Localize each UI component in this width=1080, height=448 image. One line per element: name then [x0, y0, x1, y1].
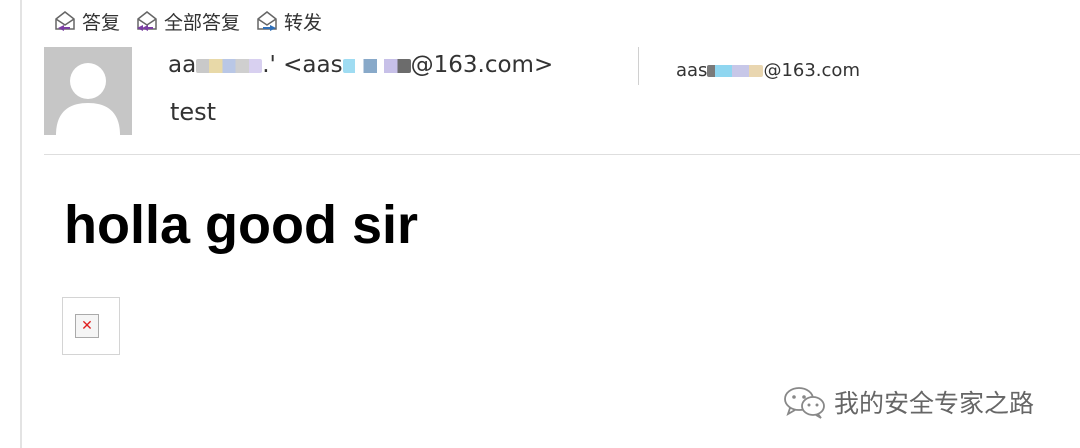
- recipient-redacted: [707, 65, 764, 77]
- forward-label: 转发: [284, 11, 323, 34]
- message-subject: test: [170, 98, 217, 126]
- broken-image-placeholder[interactable]: ✕: [62, 297, 120, 355]
- default-user-avatar-icon: [44, 47, 132, 135]
- recipient-prefix: aas: [676, 60, 708, 81]
- reply-button[interactable]: 答复: [52, 8, 120, 35]
- watermark-text: 我的安全专家之路: [834, 389, 1035, 418]
- sender-avatar: [44, 47, 132, 135]
- sender-email-redacted: [342, 58, 411, 73]
- reply-all-label: 全部答复: [164, 11, 241, 34]
- header-separator: [638, 47, 639, 85]
- sender-name-redacted: [196, 58, 263, 73]
- body-heading: holla good sir: [64, 195, 419, 255]
- wechat-icon: [784, 387, 825, 419]
- recipient-line[interactable]: aas @163.com: [676, 60, 860, 81]
- sender-name: aa: [168, 52, 197, 78]
- envelope-forward-icon: [257, 11, 277, 31]
- sender-line[interactable]: aa .' <aas @163.com>: [168, 52, 553, 78]
- sender-email-prefix: <aas: [283, 52, 343, 78]
- header-divider: [44, 154, 1080, 155]
- envelope-reply-icon: [55, 11, 75, 31]
- reply-all-button[interactable]: 全部答复: [134, 8, 240, 35]
- watermark: 我的安全专家之路: [782, 384, 1034, 420]
- forward-button[interactable]: 转发: [254, 8, 322, 35]
- envelope-reply-all-icon: [137, 11, 157, 31]
- message-toolbar: 答复 全部答复 转发: [52, 6, 322, 36]
- left-pane-border: [20, 0, 22, 448]
- broken-image-icon: ✕: [75, 314, 99, 338]
- broken-image-x: ✕: [81, 318, 93, 334]
- sender-email-suffix: @163.com>: [410, 52, 554, 78]
- reply-label: 答复: [82, 11, 121, 34]
- recipient-suffix: @163.com: [763, 60, 860, 81]
- sender-name-tail: .': [262, 52, 276, 78]
